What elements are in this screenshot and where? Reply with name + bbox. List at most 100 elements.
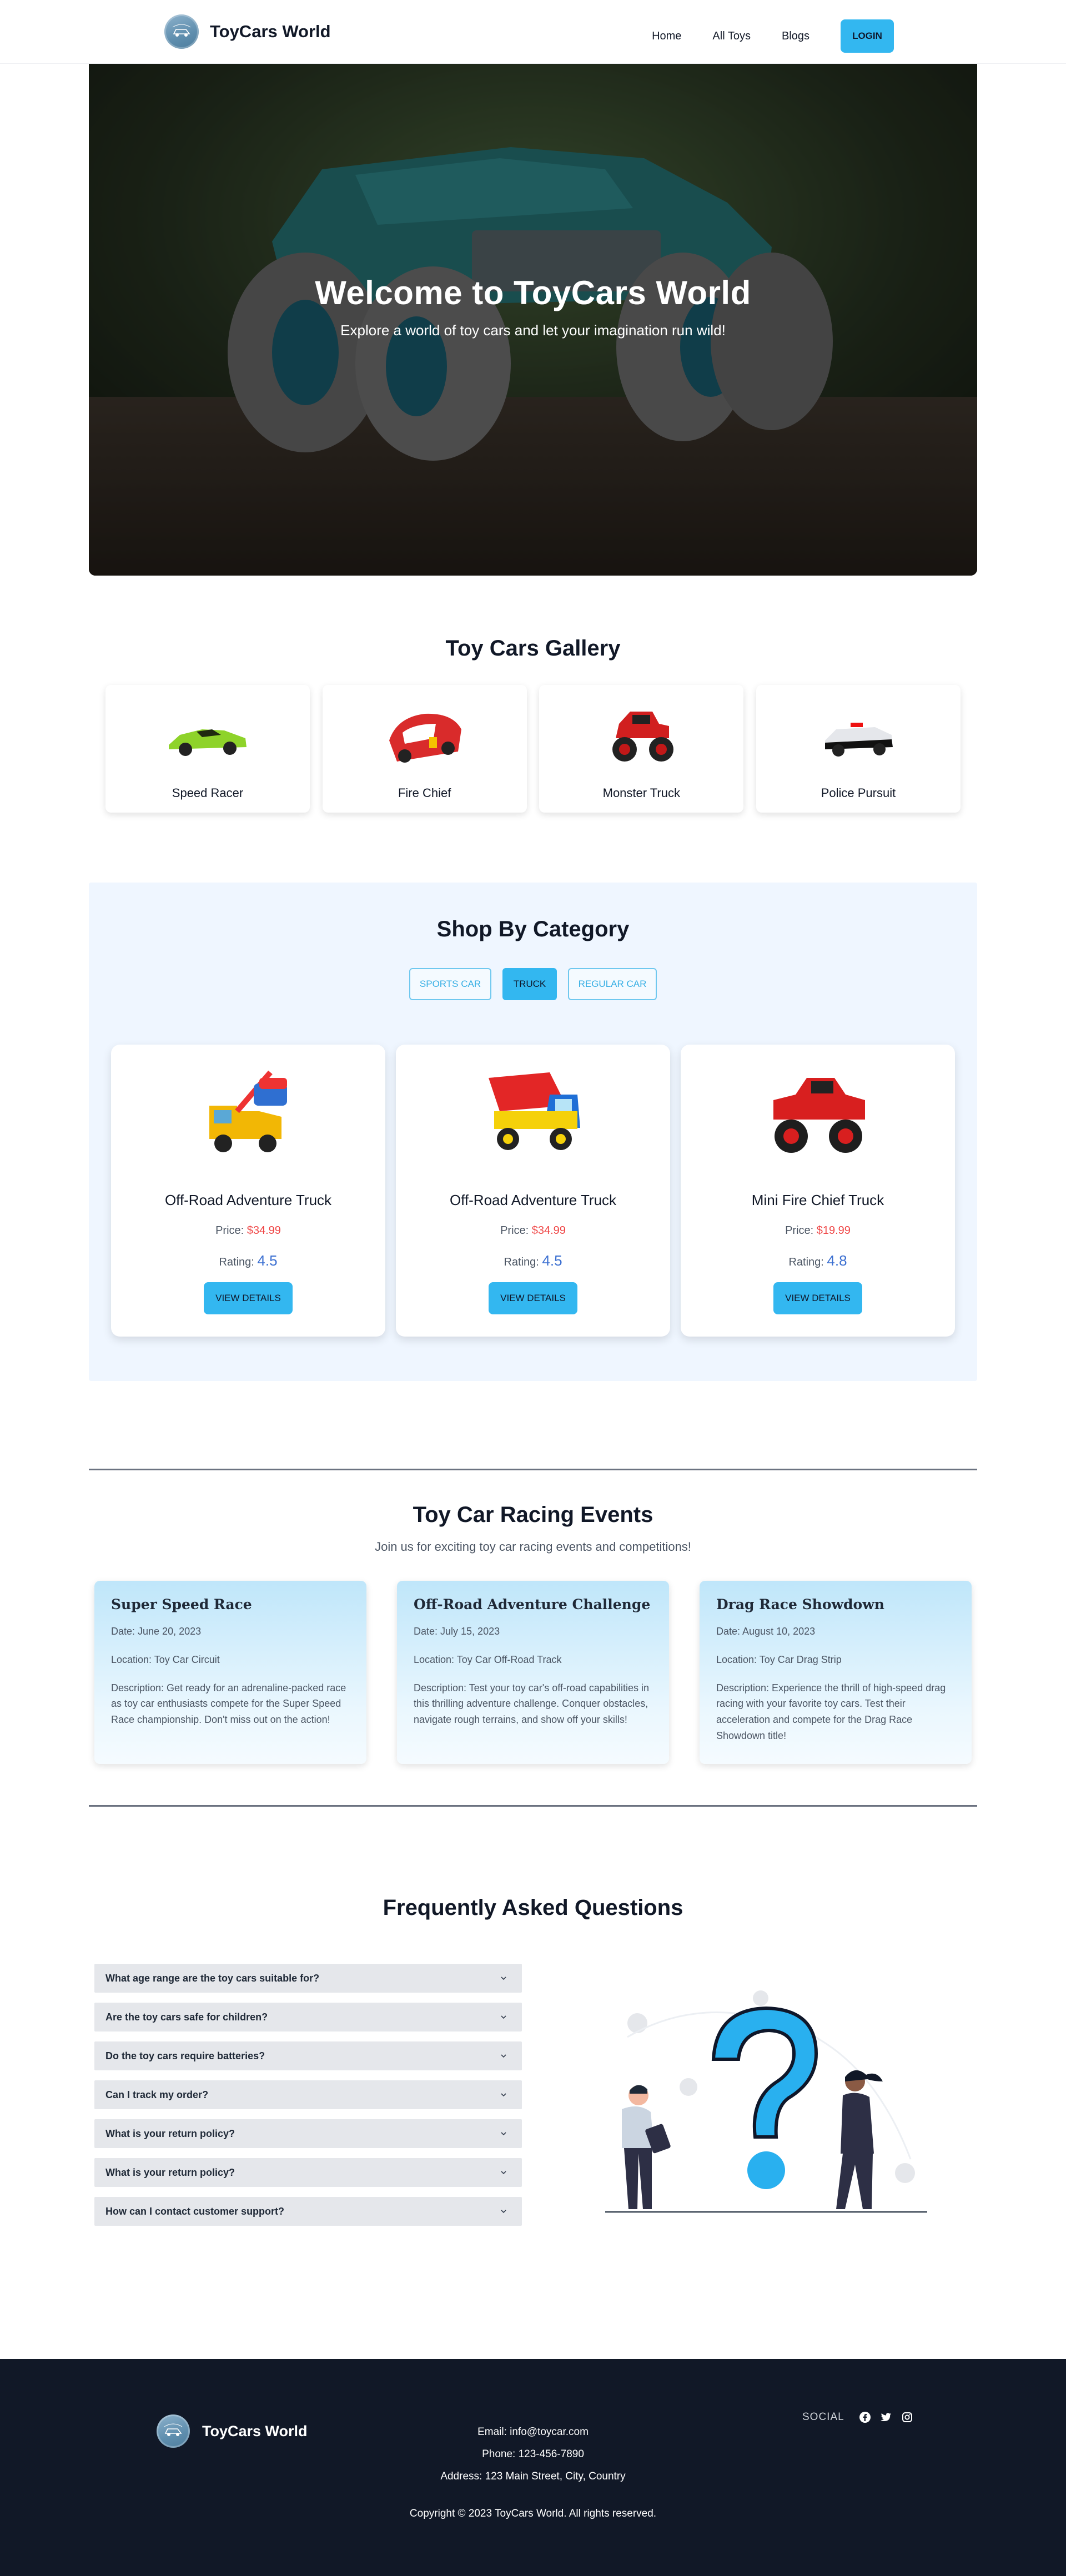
faq-item[interactable]: What age range are the toy cars suitable…: [94, 1964, 522, 1993]
nav-links: Home All Toys Blogs LOGIN: [621, 19, 894, 53]
faq-item[interactable]: Can I track my order?: [94, 2080, 522, 2109]
hero-subtitle: Explore a world of toy cars and let your…: [340, 322, 726, 339]
gallery-card[interactable]: Monster Truck: [539, 685, 744, 813]
event-card: Super Speed Race Date: June 20, 2023 Loc…: [94, 1581, 366, 1764]
divider: [89, 1805, 977, 1807]
chevron-down-icon: [501, 2210, 506, 2214]
events-list: Super Speed Race Date: June 20, 2023 Loc…: [94, 1581, 972, 1764]
events-subtitle: Join us for exciting toy car racing even…: [375, 1540, 691, 1554]
nav-link-home[interactable]: Home: [652, 30, 681, 43]
facebook-icon[interactable]: [859, 2411, 871, 2423]
faq-item[interactable]: Are the toy cars safe for children?: [94, 2003, 522, 2031]
event-date: Date: August 10, 2023: [716, 1626, 816, 1637]
gallery-card[interactable]: Fire Chief: [322, 685, 527, 813]
faq-question-illustration: [605, 1990, 927, 2213]
faq-accordion: What age range are the toy cars suitable…: [94, 1964, 522, 2236]
brand[interactable]: ToyCars World: [164, 14, 331, 49]
login-button[interactable]: LOGIN: [841, 19, 894, 53]
speed-racer-image: [169, 729, 247, 756]
product-list: Off-Road Adventure Truck Price: $34.99 R…: [111, 1045, 955, 1337]
event-date: Date: June 20, 2023: [111, 1626, 202, 1637]
faq-item[interactable]: How can I contact customer support?: [94, 2197, 522, 2226]
tow-truck-image: [209, 1070, 287, 1152]
product-price: Price: $19.99: [785, 1224, 851, 1237]
faq-question: Can I track my order?: [105, 2089, 209, 2100]
navbar: ToyCars World Home All Toys Blogs LOGIN: [0, 0, 1066, 64]
event-location: Location: Toy Car Circuit: [111, 1654, 220, 1665]
view-details-button[interactable]: VIEW DETAILS: [773, 1282, 862, 1314]
footer-contact: Email: info@toycar.com Phone: 123-456-78…: [0, 2421, 1066, 2488]
product-card: Mini Fire Chief Truck Price: $19.99 Rati…: [681, 1045, 955, 1337]
product-price: Price: $34.99: [215, 1224, 281, 1237]
faq-question: Do the toy cars require batteries?: [105, 2050, 265, 2061]
faq-title: Frequently Asked Questions: [383, 1896, 683, 1920]
events-title: Toy Car Racing Events: [413, 1503, 653, 1527]
hero-banner: Welcome to ToyCars World Explore a world…: [89, 64, 977, 576]
event-card: Drag Race Showdown Date: August 10, 2023…: [700, 1581, 972, 1764]
chevron-down-icon: [501, 2093, 506, 2097]
nav-link-all-toys[interactable]: All Toys: [712, 30, 751, 43]
event-location: Location: Toy Car Drag Strip: [716, 1654, 842, 1665]
product-rating: Rating: 4.5: [504, 1252, 562, 1269]
product-rating: Rating: 4.8: [788, 1252, 847, 1269]
shop-by-category: Shop By Category SPORTS CAR TRUCK REGULA…: [89, 883, 977, 1381]
price-value: $19.99: [816, 1224, 851, 1237]
event-title: Off-Road Adventure Challenge: [414, 1596, 651, 1612]
faq-item[interactable]: Do the toy cars require batteries?: [94, 2041, 522, 2070]
logo-icon: [164, 14, 199, 49]
dump-truck-image: [489, 1072, 580, 1150]
gallery-item-label: Police Pursuit: [821, 786, 896, 800]
chevron-down-icon: [501, 2054, 506, 2058]
product-name: Mini Fire Chief Truck: [751, 1192, 884, 1208]
gallery-card[interactable]: Speed Racer: [105, 685, 310, 813]
gallery-title: Toy Cars Gallery: [445, 636, 621, 661]
nav-link-blogs[interactable]: Blogs: [782, 30, 809, 43]
gallery-item-label: Speed Racer: [172, 786, 244, 800]
tab-truck[interactable]: TRUCK: [502, 968, 557, 1000]
footer-email: Email: info@toycar.com: [477, 2426, 589, 2438]
faq-question: What is your return policy?: [105, 2166, 235, 2178]
fire-chief-image: [389, 713, 461, 763]
view-details-button[interactable]: VIEW DETAILS: [489, 1282, 577, 1314]
gallery-item-label: Monster Truck: [602, 786, 680, 800]
event-location: Location: Toy Car Off-Road Track: [414, 1654, 562, 1665]
faq-item[interactable]: What is your return policy?: [94, 2158, 522, 2187]
gallery-card[interactable]: Police Pursuit: [756, 685, 961, 813]
tab-sports-car[interactable]: SPORTS CAR: [409, 968, 491, 1000]
product-name: Off-Road Adventure Truck: [164, 1192, 332, 1208]
faq-item[interactable]: What is your return policy?: [94, 2119, 522, 2148]
chevron-down-icon: [501, 1977, 506, 1980]
product-price: Price: $34.99: [500, 1224, 566, 1237]
gallery-grid: Speed Racer Fire Chief Monster Truck Pol…: [105, 685, 961, 813]
product-card: Off-Road Adventure Truck Price: $34.99 R…: [111, 1045, 385, 1337]
monster-truck-image: [612, 712, 674, 762]
police-pursuit-image: [824, 723, 893, 757]
product-rating: Rating: 4.5: [219, 1252, 278, 1269]
event-description: Description: Test your toy car's off-roa…: [414, 1682, 649, 1726]
faq-question: How can I contact customer support?: [105, 2205, 285, 2217]
event-card: Off-Road Adventure Challenge Date: July …: [397, 1581, 669, 1764]
rating-value: 4.5: [257, 1252, 278, 1269]
faq-question: Are the toy cars safe for children?: [105, 2011, 268, 2023]
faq-question: What is your return policy?: [105, 2128, 235, 2139]
category-title: Shop By Category: [436, 917, 630, 941]
gallery-item-label: Fire Chief: [398, 786, 451, 800]
divider: [89, 1469, 977, 1470]
chevron-down-icon: [501, 2171, 506, 2175]
hero-title: Welcome to ToyCars World: [315, 274, 751, 311]
footer-copyright: Copyright © 2023 ToyCars World. All righ…: [409, 2508, 657, 2519]
event-description: Description: Get ready for an adrenaline…: [111, 1682, 346, 1726]
footer: ToyCars World Email: info@toycar.com Pho…: [0, 2359, 1066, 2576]
faq-question: What age range are the toy cars suitable…: [105, 1972, 320, 1984]
view-details-button[interactable]: VIEW DETAILS: [204, 1282, 293, 1314]
rating-value: 4.5: [542, 1252, 562, 1269]
product-card: Off-Road Adventure Truck Price: $34.99 R…: [396, 1045, 670, 1337]
red-monster-truck-image: [773, 1078, 865, 1153]
tab-regular-car[interactable]: REGULAR CAR: [568, 968, 657, 1000]
footer-social: SOCIAL: [802, 2411, 913, 2423]
footer-address: Address: 123 Main Street, City, Country: [440, 2471, 626, 2482]
twitter-icon[interactable]: [880, 2411, 892, 2423]
event-date: Date: July 15, 2023: [414, 1626, 500, 1637]
instagram-icon[interactable]: [901, 2411, 913, 2423]
event-title: Drag Race Showdown: [716, 1596, 884, 1612]
